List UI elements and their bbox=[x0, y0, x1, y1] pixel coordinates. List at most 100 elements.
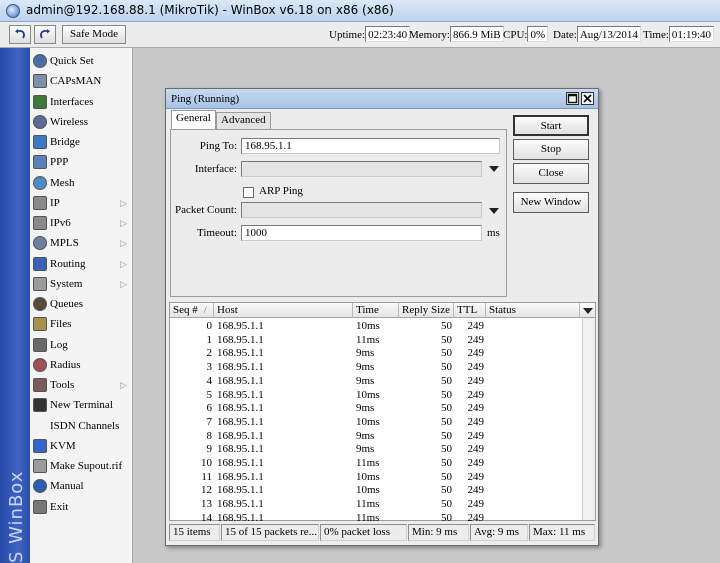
sidebar-item-label: Exit bbox=[50, 500, 69, 513]
sidebar-item-manual[interactable]: Manual bbox=[30, 476, 133, 496]
table-row[interactable]: 10 168.95.1.1 11ms 50 249 bbox=[170, 457, 580, 471]
table-row[interactable]: 5 168.95.1.1 10ms 50 249 bbox=[170, 389, 580, 403]
sidebar-item-mesh[interactable]: Mesh bbox=[30, 173, 133, 193]
timeout-input[interactable]: 1000 bbox=[241, 225, 482, 241]
column-ttl[interactable]: TTL bbox=[454, 303, 486, 318]
close-window-button[interactable] bbox=[581, 92, 594, 105]
table-row[interactable]: 4 168.95.1.1 9ms 50 249 bbox=[170, 375, 580, 389]
cell-size: 50 bbox=[441, 484, 452, 497]
safe-mode-button[interactable]: Safe Mode bbox=[62, 25, 126, 44]
table-header: Seq # / Host Time Reply Size TTL Status bbox=[170, 303, 595, 318]
sidebar-item-wireless[interactable]: Wireless bbox=[30, 112, 133, 132]
cell-seq: 10 bbox=[201, 457, 212, 469]
column-reply-size[interactable]: Reply Size bbox=[399, 303, 454, 318]
table-row[interactable]: 7 168.95.1.1 10ms 50 249 bbox=[170, 416, 580, 430]
sidebar-item-ip[interactable]: IP ▷ bbox=[30, 193, 133, 213]
ping-to-input[interactable]: 168.95.1.1 bbox=[241, 138, 500, 154]
cell-seq: 1 bbox=[206, 333, 213, 346]
cell-seq: 12 bbox=[201, 484, 212, 497]
ip-icon bbox=[33, 195, 47, 210]
table-row[interactable]: 12 168.95.1.1 10ms 50 249 bbox=[170, 484, 580, 498]
sidebar-item-system[interactable]: System ▷ bbox=[30, 274, 133, 294]
column-status[interactable]: Status bbox=[486, 303, 580, 318]
sidebar-item-label: MPLS bbox=[50, 237, 79, 250]
table-row[interactable]: 0 168.95.1.1 10ms 50 249 bbox=[170, 320, 580, 334]
sidebar-item-make-supout-rif[interactable]: Make Supout.rif bbox=[30, 456, 133, 476]
sidebar-item-label: ISDN Channels bbox=[50, 419, 120, 432]
mpls-icon bbox=[33, 236, 47, 251]
table-row[interactable]: 6 168.95.1.1 9ms 50 249 bbox=[170, 402, 580, 416]
tab-general[interactable]: General bbox=[171, 110, 216, 129]
sidebar-item-bridge[interactable]: Bridge bbox=[30, 132, 133, 152]
tab-advanced[interactable]: Advanced bbox=[216, 112, 271, 129]
ipv6-icon bbox=[33, 216, 47, 230]
arp-ping-checkbox[interactable] bbox=[243, 187, 254, 198]
table-row[interactable]: 1 168.95.1.1 11ms 50 249 bbox=[170, 334, 580, 348]
packet-count-input[interactable] bbox=[241, 202, 482, 218]
sort-indicator: / bbox=[204, 305, 207, 315]
sidebar-item-interfaces[interactable]: Interfaces bbox=[30, 92, 133, 112]
sidebar-item-routing[interactable]: Routing ▷ bbox=[30, 254, 133, 274]
sidebar-item-label: PPP bbox=[50, 156, 69, 169]
sidebar-item-exit[interactable]: Exit bbox=[30, 497, 133, 517]
undo-icon bbox=[15, 29, 25, 39]
sidebar-item-radius[interactable]: Radius bbox=[30, 355, 133, 375]
table-row[interactable]: 3 168.95.1.1 9ms 50 249 bbox=[170, 361, 580, 375]
cell-ttl: 249 bbox=[467, 498, 485, 511]
app-title-bar: admin@192.168.88.1 (MikroTik) - WinBox v… bbox=[0, 0, 720, 22]
sidebar-item-tools[interactable]: Tools ▷ bbox=[30, 375, 133, 395]
sidebar-item-label: Wireless bbox=[50, 115, 89, 128]
sidebar-item-files[interactable]: Files bbox=[30, 314, 133, 334]
sidebar-item-ipv6[interactable]: IPv6 ▷ bbox=[30, 213, 133, 233]
sidebar-item-isdn-channels[interactable]: ISDN Channels bbox=[30, 416, 133, 436]
sidebar-item-queues[interactable]: Queues bbox=[30, 294, 133, 314]
table-row[interactable]: 9 168.95.1.1 9ms 50 249 bbox=[170, 443, 580, 457]
status-avg: Avg: 9 ms bbox=[470, 524, 528, 541]
column-time[interactable]: Time bbox=[353, 303, 399, 318]
interfaces-icon bbox=[33, 94, 47, 109]
date-status: Date: Aug/13/2014 bbox=[553, 26, 641, 44]
sidebar-item-new-terminal[interactable]: New Terminal bbox=[30, 395, 133, 415]
capsman-icon bbox=[33, 74, 47, 89]
columns-dropdown-icon[interactable] bbox=[583, 308, 593, 314]
cell-ttl: 249 bbox=[467, 388, 485, 401]
sidebar-item-quick-set[interactable]: Quick Set bbox=[30, 51, 133, 71]
column-host[interactable]: Host bbox=[214, 303, 353, 318]
interface-select[interactable] bbox=[241, 161, 482, 177]
table-scrollbar[interactable] bbox=[582, 318, 595, 520]
redo-button[interactable] bbox=[34, 25, 56, 44]
start-button[interactable]: Start bbox=[513, 115, 589, 136]
column-seq[interactable]: Seq # / bbox=[170, 303, 214, 318]
interface-label: Interface: bbox=[194, 163, 237, 175]
sidebar-item-capsman[interactable]: CAPsMAN bbox=[30, 71, 133, 91]
cell-size: 50 bbox=[441, 415, 452, 428]
ping-status-bar: 15 items 15 of 15 packets re... 0% packe… bbox=[169, 524, 596, 542]
packet-count-dropdown-icon[interactable] bbox=[489, 208, 499, 214]
sidebar-item-label: KVM bbox=[50, 439, 76, 452]
interface-dropdown-icon[interactable] bbox=[489, 166, 499, 172]
cell-ttl: 249 bbox=[467, 429, 485, 442]
folder-icon bbox=[33, 317, 47, 332]
cell-seq: 7 bbox=[206, 415, 213, 428]
table-row[interactable]: 11 168.95.1.1 10ms 50 249 bbox=[170, 471, 580, 485]
table-row[interactable]: 13 168.95.1.1 11ms 50 249 bbox=[170, 498, 580, 512]
uptime-value: 02:23:40 bbox=[365, 26, 411, 42]
gear-icon bbox=[33, 276, 47, 291]
sidebar-item-label: Quick Set bbox=[50, 55, 94, 67]
close-button[interactable]: Close bbox=[513, 163, 589, 184]
sidebar-item-kvm[interactable]: KVM bbox=[30, 436, 133, 456]
sidebar-item-mpls[interactable]: MPLS ▷ bbox=[30, 233, 133, 253]
table-row[interactable]: 2 168.95.1.1 9ms 50 249 bbox=[170, 347, 580, 361]
sidebar-item-ppp[interactable]: PPP bbox=[30, 152, 133, 172]
cell-seq: 6 bbox=[206, 402, 213, 415]
undo-button[interactable] bbox=[9, 25, 31, 44]
ping-window-title-bar[interactable]: Ping (Running) bbox=[166, 89, 598, 109]
cell-ttl: 249 bbox=[467, 443, 485, 456]
cell-time: 11ms bbox=[356, 457, 380, 469]
maximize-button[interactable] bbox=[566, 92, 579, 105]
table-row[interactable]: 8 168.95.1.1 9ms 50 249 bbox=[170, 430, 580, 444]
new-window-button[interactable]: New Window bbox=[513, 192, 589, 213]
stop-button[interactable]: Stop bbox=[513, 139, 589, 160]
cell-host: 168.95.1.1 bbox=[217, 402, 264, 415]
sidebar-item-log[interactable]: Log bbox=[30, 335, 133, 355]
